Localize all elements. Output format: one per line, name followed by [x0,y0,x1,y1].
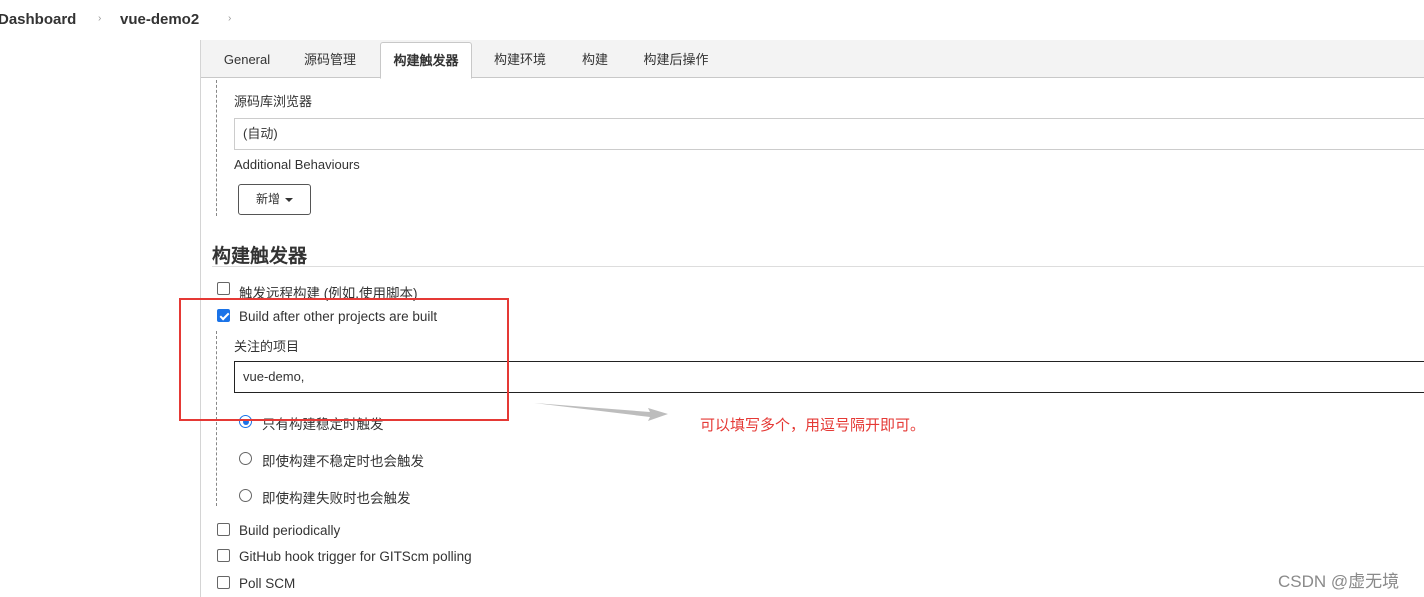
section-divider [212,266,1424,267]
tab-post-build[interactable]: 构建后操作 [631,40,721,78]
unstable-radio[interactable] [239,452,252,465]
poll-scm-label: Poll SCM [239,576,296,591]
failed-label: 即使构建失败时也会触发 [262,491,411,506]
breadcrumb-project[interactable]: vue-demo2 [120,11,199,28]
tab-build-triggers[interactable]: 构建触发器 [380,42,472,79]
tab-build-environment[interactable]: 构建环境 [483,40,557,78]
tab-build[interactable]: 构建 [569,40,621,78]
caret-down-icon [285,197,293,202]
repo-browser-select[interactable]: (自动) [234,118,1424,150]
tab-scm[interactable]: 源码管理 [293,40,367,78]
arrow-right-icon [534,403,668,421]
breadcrumb-dashboard[interactable]: Dashboard [0,11,76,28]
breadcrumb-chevron-icon: › [98,13,102,24]
repo-browser-label: 源码库浏览器 [234,94,313,109]
remote-trigger-checkbox[interactable] [217,282,230,295]
github-hook-label: GitHub hook trigger for GITScm polling [239,549,472,564]
side-panel [0,40,200,597]
failed-radio[interactable] [239,489,252,502]
annotation-text: 可以填写多个，用逗号隔开即可。 [700,417,926,434]
section-title: 构建触发器 [212,246,308,267]
add-behaviour-button[interactable]: 新增 [238,184,311,215]
nested-guide-line [216,80,217,216]
additional-behaviours-label: Additional Behaviours [234,157,360,172]
build-periodically-label: Build periodically [239,523,341,538]
poll-scm-checkbox[interactable] [217,576,230,589]
add-button-label: 新增 [255,192,280,206]
watermark: CSDN @虚无境 [1278,572,1400,591]
breadcrumb-chevron-icon[interactable]: › [228,13,231,24]
config-tabbar: General 源码管理 构建触发器 构建环境 构建 构建后操作 [201,40,1424,79]
highlight-box [179,298,509,421]
breadcrumb: Dashboard › vue-demo2 › [0,0,1424,40]
unstable-label: 即使构建不稳定时也会触发 [262,454,424,469]
tab-general[interactable]: General [213,40,281,78]
github-hook-checkbox[interactable] [217,549,230,562]
build-periodically-checkbox[interactable] [217,523,230,536]
